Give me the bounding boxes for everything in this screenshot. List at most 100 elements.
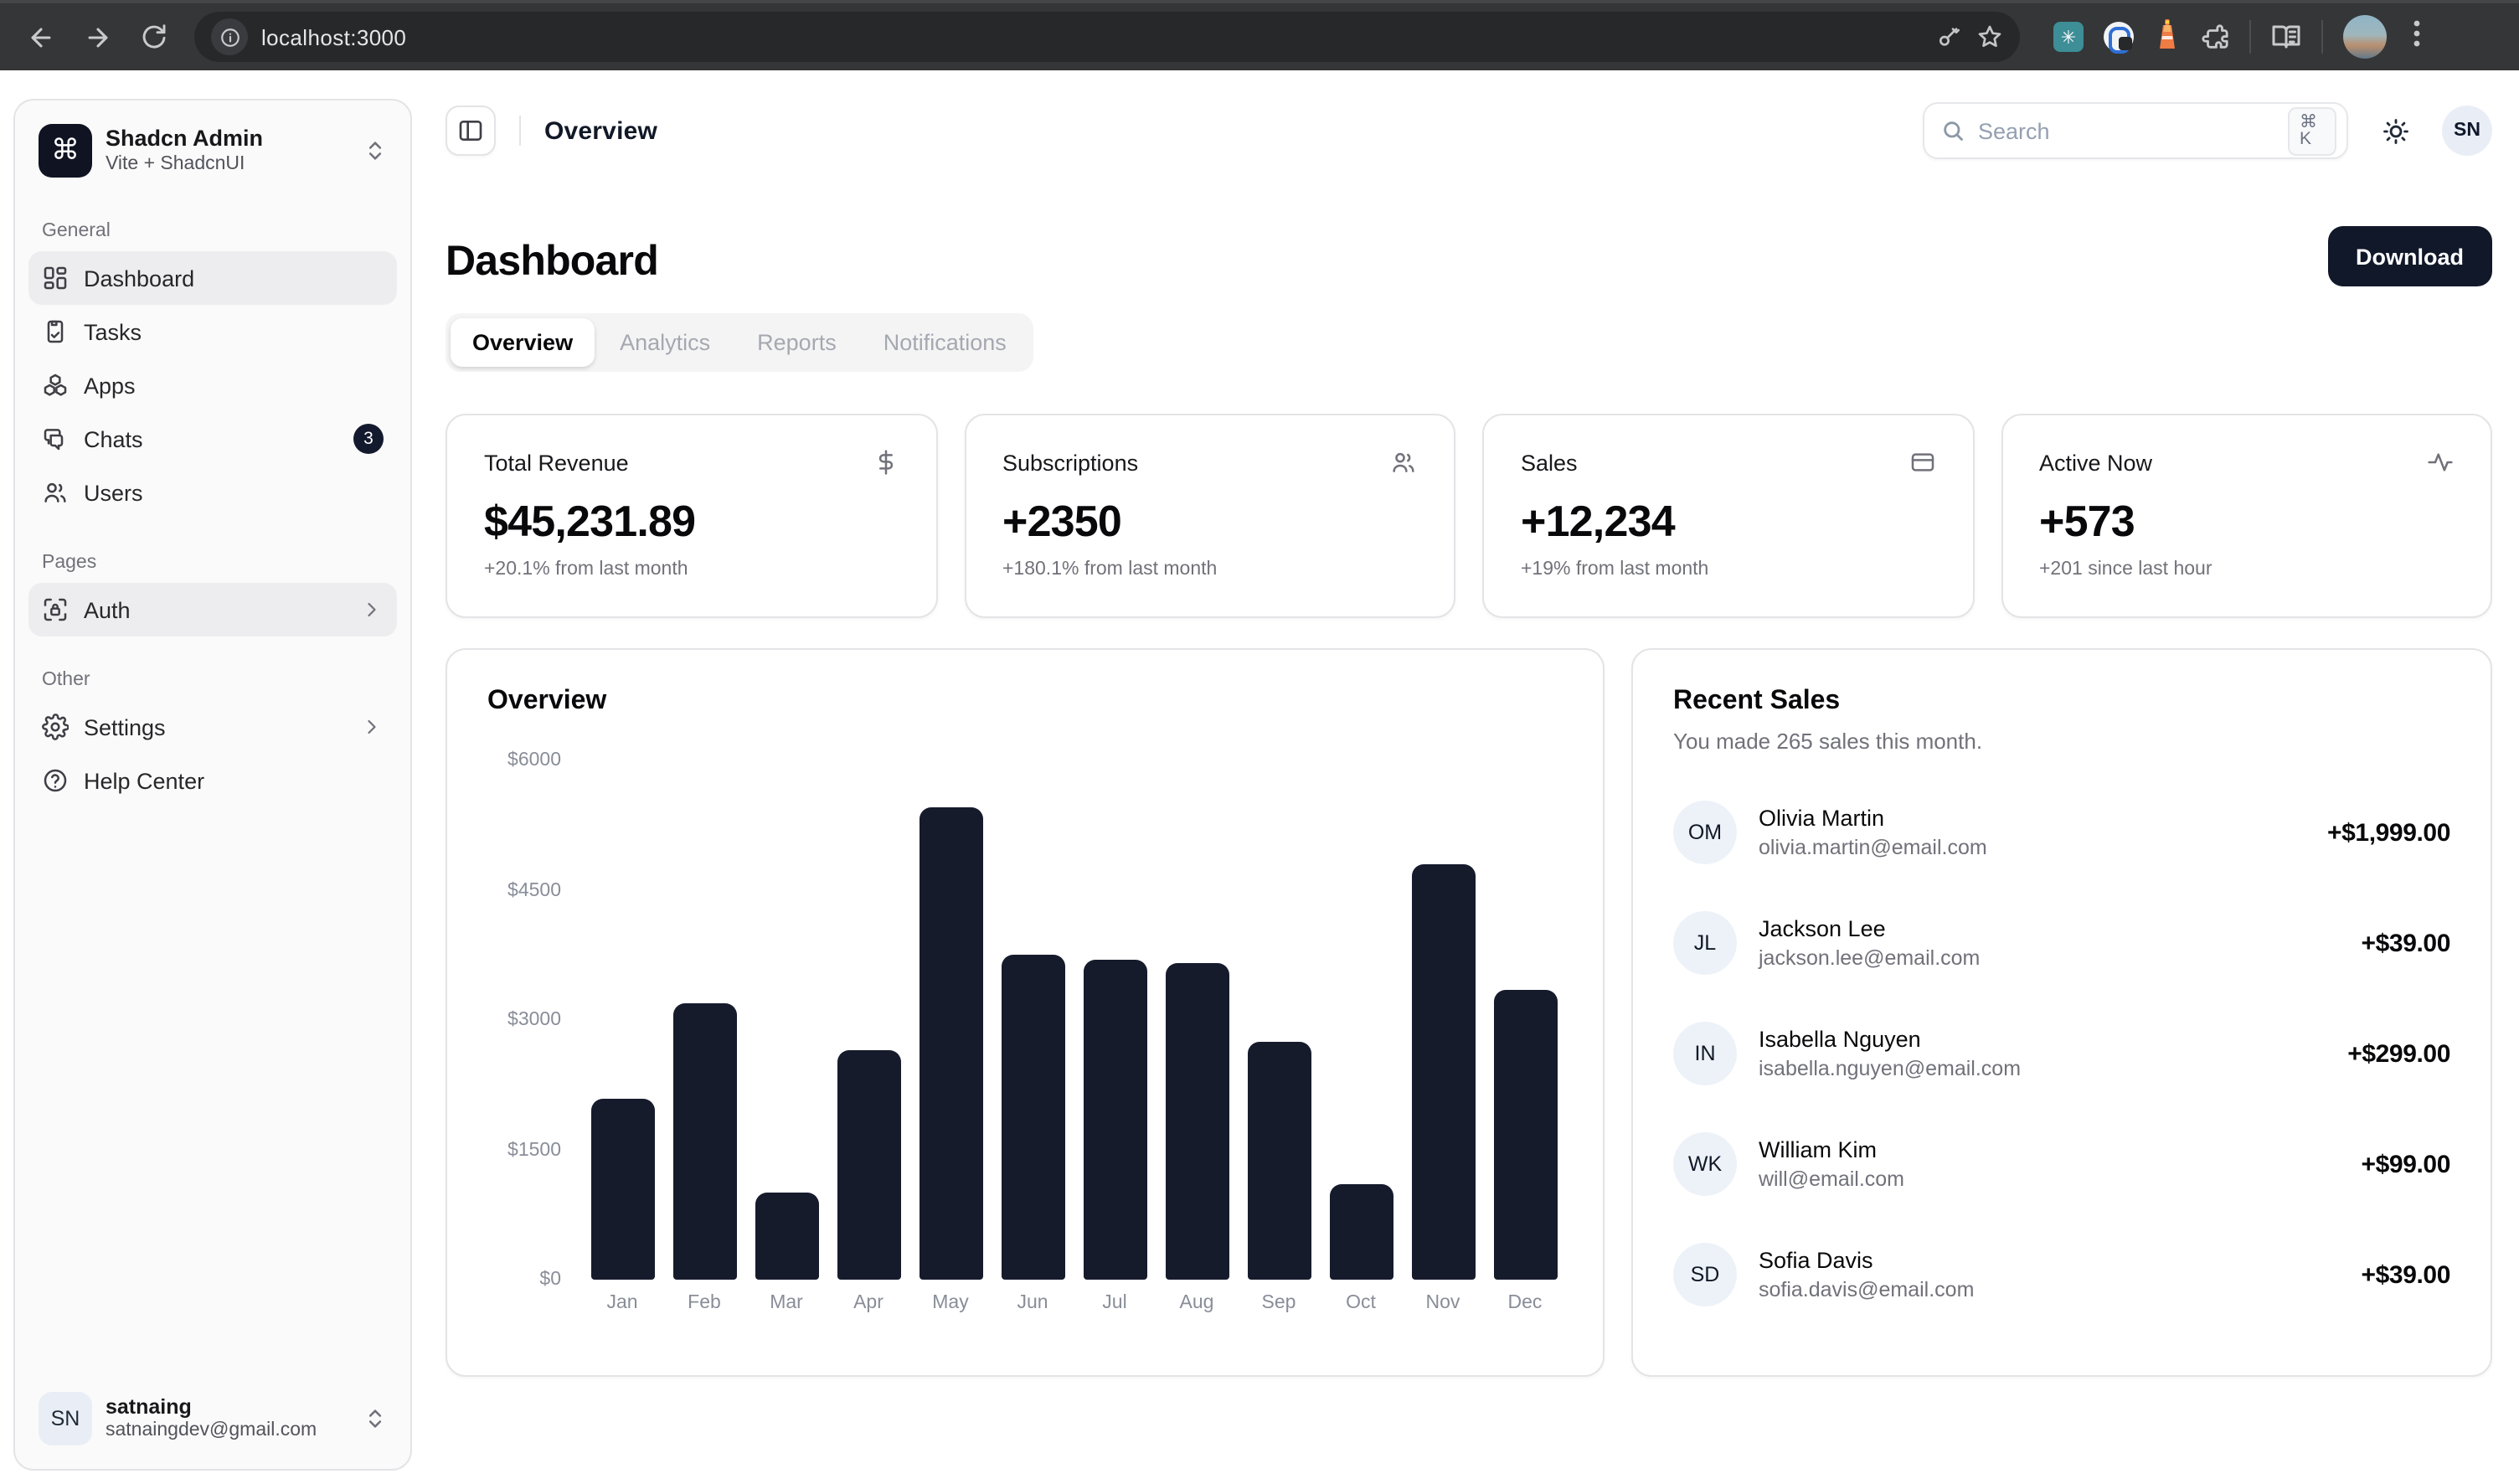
bar-jul — [1083, 960, 1146, 1280]
chart-x-axis: JanFebMarAprMayJunJulAugSepOctNovDec — [581, 1293, 1566, 1313]
x-tick-label: Jul — [1074, 1293, 1156, 1313]
sale-avatar: OM — [1673, 801, 1737, 864]
sidebar-item-help-center[interactable]: Help Center — [28, 754, 397, 807]
sidebar-item-label: Settings — [84, 714, 345, 739]
reading-list-icon[interactable] — [2271, 22, 2301, 52]
bar-dec — [1493, 990, 1557, 1280]
stat-value: +573 — [2039, 496, 2454, 548]
site-info-icon[interactable] — [211, 18, 248, 55]
x-tick-label: Aug — [1156, 1293, 1238, 1313]
sale-avatar: WK — [1673, 1132, 1737, 1196]
bookmark-star-icon[interactable] — [1976, 23, 2003, 50]
stat-value: +2350 — [1002, 496, 1417, 548]
bar-sep — [1247, 1042, 1311, 1280]
browser-menu-icon[interactable] — [2407, 18, 2427, 55]
apps-icon — [42, 372, 69, 399]
sidebar-item-tasks[interactable]: Tasks — [28, 305, 397, 358]
forward-arrow-icon[interactable] — [74, 13, 121, 60]
stat-card-sales: Sales+12,234+19% from last month — [1482, 414, 1974, 618]
chart-y-axis: $6000$4500$3000$1500$0 — [487, 760, 561, 1280]
help-icon — [42, 767, 69, 794]
x-tick-label: Nov — [1402, 1293, 1484, 1313]
search-box[interactable]: ⌘ K — [1923, 102, 2348, 159]
back-arrow-icon[interactable] — [17, 13, 64, 60]
y-tick-label: $4500 — [507, 880, 561, 900]
bar-band — [1402, 760, 1484, 1280]
sidebar-item-users[interactable]: Users — [28, 466, 397, 519]
sale-avatar: JL — [1673, 911, 1737, 975]
sidebar-toggle-button[interactable] — [446, 106, 496, 156]
recent-sales-title: Recent Sales — [1673, 687, 2450, 717]
overview-chart-card: Overview $6000$4500$3000$1500$0 JanFebMa… — [446, 648, 1605, 1377]
y-tick-label: $1500 — [507, 1140, 561, 1160]
bar-band — [745, 760, 827, 1280]
team-switcher[interactable]: ⌘ Shadcn Admin Vite + ShadcnUI — [28, 114, 397, 188]
bar-band — [992, 760, 1074, 1280]
tasks-icon — [42, 318, 69, 345]
x-tick-label: Sep — [1238, 1293, 1320, 1313]
chart-title: Overview — [487, 687, 1563, 717]
sidebar-item-apps[interactable]: Apps — [28, 358, 397, 412]
sidebar-nav: GeneralDashboardTasksAppsChats3UsersPage… — [28, 188, 397, 807]
recent-sale-row: SDSofia Davissofia.davis@email.com+$39.0… — [1673, 1243, 2450, 1306]
bar-band — [1074, 760, 1156, 1280]
screen: localhost:3000 ✳ — [0, 0, 2519, 1484]
sale-avatar: SD — [1673, 1243, 1737, 1306]
bar-chart: $6000$4500$3000$1500$0 — [487, 760, 1563, 1280]
sale-email: olivia.martin@email.com — [1759, 836, 1987, 859]
credit-card-icon — [1909, 449, 1935, 476]
browser-profile-avatar[interactable] — [2343, 15, 2387, 59]
stat-cards-row: Total Revenue$45,231.89+20.1% from last … — [446, 414, 2492, 618]
x-tick-label: Oct — [1320, 1293, 1402, 1313]
sale-name: Olivia Martin — [1759, 806, 1987, 831]
sale-name: Sofia Davis — [1759, 1248, 1974, 1273]
sidebar-item-label: Chats — [84, 426, 338, 451]
address-bar[interactable]: localhost:3000 — [194, 12, 2020, 62]
sidebar-item-chats[interactable]: Chats3 — [28, 412, 397, 466]
sidebar-user-menu[interactable]: SN satnaing satnaingdev@gmail.com — [28, 1382, 397, 1456]
tab-reports[interactable]: Reports — [735, 318, 858, 367]
sidebar-group-label: Pages — [28, 543, 397, 583]
x-tick-label: May — [909, 1293, 992, 1313]
extension-lighthouse-icon[interactable] — [2154, 18, 2181, 56]
search-input[interactable] — [1978, 118, 2274, 143]
stat-note: +20.1% from last month — [484, 559, 899, 580]
users-icon — [1390, 449, 1417, 476]
tab-analytics[interactable]: Analytics — [598, 318, 732, 367]
tab-overview[interactable]: Overview — [451, 318, 595, 367]
chevron-right-icon — [360, 598, 384, 621]
stat-note: +201 since last hour — [2039, 559, 2454, 580]
extension-teal-icon[interactable]: ✳ — [2053, 22, 2084, 52]
extension-password-icon[interactable] — [2104, 22, 2134, 52]
sidebar-group-label: Other — [28, 660, 397, 700]
sidebar-item-dashboard[interactable]: Dashboard — [28, 251, 397, 305]
puzzle-icon[interactable] — [2201, 23, 2229, 51]
bar-band — [909, 760, 992, 1280]
chart-plot — [581, 760, 1566, 1280]
tab-notifications[interactable]: Notifications — [862, 318, 1028, 367]
sidebar-item-auth[interactable]: Auth — [28, 583, 397, 636]
sidebar-item-settings[interactable]: Settings — [28, 700, 397, 754]
auth-icon — [42, 596, 69, 623]
sale-email: will@email.com — [1759, 1167, 1904, 1191]
bar-nov — [1411, 864, 1475, 1280]
stat-title: Active Now — [2039, 450, 2152, 475]
stat-title: Subscriptions — [1002, 450, 1138, 475]
extensions-area: ✳ — [2053, 15, 2427, 59]
settings-icon — [42, 714, 69, 740]
bar-band — [581, 760, 663, 1280]
search-icon — [1941, 119, 1965, 142]
theme-toggle-button[interactable] — [2370, 106, 2420, 156]
sidebar-item-label: Auth — [84, 597, 345, 622]
sale-email: sofia.davis@email.com — [1759, 1278, 1974, 1301]
profile-avatar-button[interactable]: SN — [2442, 106, 2492, 156]
stat-card-active-now: Active Now +573 +201 since last hour — [2001, 414, 2492, 618]
key-icon[interactable] — [1936, 23, 1963, 50]
sale-amount: +$299.00 — [2347, 1039, 2450, 1068]
bar-jan — [590, 1098, 654, 1280]
y-tick-label: $0 — [539, 1270, 561, 1290]
reload-icon[interactable] — [131, 13, 178, 60]
download-button[interactable]: Download — [2327, 226, 2492, 286]
users-icon — [42, 479, 69, 506]
bar-band — [827, 760, 909, 1280]
